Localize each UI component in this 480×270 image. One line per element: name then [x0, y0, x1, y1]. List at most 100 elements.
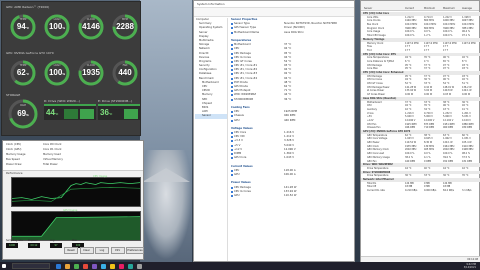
footer-label: Max [72, 239, 77, 242]
sensors-elapsed: 00:12:48 [467, 258, 478, 261]
preferences-button[interactable]: Preferences [126, 247, 144, 254]
sensor-icon [231, 194, 233, 197]
sensor-icon [231, 23, 233, 26]
sensor-icon [231, 94, 233, 97]
sensor-icon [231, 148, 233, 151]
system-info-window[interactable]: System Information Computer Summary Operat… [193, 0, 355, 262]
row1-gauge-mem: MEM 2288 [110, 12, 140, 42]
system-info-titlebar: System Information [194, 1, 354, 8]
sensor-icon [231, 65, 233, 68]
drive2-bar [124, 109, 138, 119]
taskbar-app-icon[interactable] [74, 263, 79, 269]
reset-button[interactable]: Reset [64, 247, 78, 254]
performance-header: Clock (CPU) Core #0 Clock Clock (GPU) Core … [3, 141, 143, 171]
gpu-graph-label: GPU Usage [63, 209, 78, 212]
row1-gauge-temp: TEMP 94°C [8, 12, 38, 42]
property-name[interactable]: Clock (GPU) [6, 148, 21, 151]
gauge-label: CLOCK [86, 64, 96, 67]
property-name[interactable]: Memory Usage [6, 153, 25, 156]
sensor-icon [231, 153, 233, 155]
taskbar: 9:42 PM 3/14/2021 [0, 262, 480, 270]
sensor-icon [231, 31, 233, 34]
sensor-icon [231, 48, 233, 51]
clock[interactable]: 9:42 PM 3/14/2021 [464, 263, 476, 269]
property-name[interactable]: Power Draw [6, 163, 21, 166]
column-header[interactable]: Maximum [443, 7, 455, 10]
footer-value: 97 [50, 243, 62, 248]
sensors-list[interactable]: CPU [#0]: Intel Core Core VIDs 1.212 V 0.71… [361, 12, 480, 255]
gauge-value: 62°C [16, 68, 30, 77]
property-value: Core #0 Clock [43, 143, 62, 146]
column-header[interactable]: Average [462, 7, 472, 10]
performance-window[interactable]: Clock (CPU) Core #0 Clock Clock (GPU) Core … [2, 140, 144, 260]
cpu-graph-label: CPU Usage [93, 175, 108, 178]
gauge-value: 100% [48, 22, 66, 31]
taskbar-app-icon[interactable] [137, 263, 142, 269]
sensor-icon [231, 169, 233, 172]
sensor-icon [231, 119, 233, 122]
row1-gauge-clock: CLOCK 4146 [76, 12, 106, 42]
gauge-label: CLOCK [86, 18, 96, 21]
gauge-label: TEMP [19, 64, 27, 67]
column-header[interactable]: Minimum [424, 7, 435, 10]
gauge-label: TEMP [19, 18, 27, 21]
property-name[interactable]: Clock (CPU) [6, 143, 21, 146]
drive1-value: 44°C [46, 108, 59, 117]
system-info-toolbar[interactable] [194, 8, 354, 17]
drive2-label: E: Drive (ST2000DM...) [98, 99, 133, 103]
sensor-icon [231, 140, 233, 143]
clock-date: 3/14/2021 [463, 266, 476, 269]
gauge-value: 440 [118, 68, 132, 77]
sensor-icon [231, 69, 233, 72]
tree-item[interactable]: Sensor [195, 114, 227, 119]
sensor-icon [231, 52, 233, 55]
sensors-header: Sensor Current Minimum Maximum Average [361, 1, 479, 11]
start-icon[interactable] [2, 264, 6, 268]
system-info-tree[interactable]: Computer Summary Operating System Server Dis… [195, 18, 228, 261]
taskbar-app-icon[interactable] [101, 263, 106, 269]
clear-button[interactable]: Clear [79, 247, 94, 254]
performance-footer: Sampling rate 1000 Elapsed 00:12 Avg 97 Max 100… [6, 239, 144, 257]
sensors-window[interactable]: Sensor Current Minimum Maximum Average CPU [… [360, 0, 480, 262]
sensor-icon [231, 115, 233, 118]
footer-label: Elapsed [28, 239, 38, 242]
cpu-usage-plot [11, 182, 141, 202]
column-header[interactable]: Current [405, 7, 414, 10]
column-header[interactable]: Sensor [364, 7, 372, 10]
gauge-label: LOAD [53, 64, 61, 67]
system-info-details: Sensor Properties Sensor Type Nuvoton NCT6… [230, 18, 354, 261]
taskbar-app-icon[interactable] [92, 263, 97, 269]
gpu-usage-plot [12, 216, 141, 240]
taskbar-app-icon[interactable] [110, 263, 115, 269]
gauge-widget[interactable]: GPU: AMD Radeon™ (T2000) TEMP 94°C LOAD 100… [1, 1, 141, 136]
taskbar-app-icon[interactable] [65, 263, 70, 269]
gpu1-title: GPU: AMD Radeon™ (T2000) [6, 5, 50, 9]
sensor-icon [231, 60, 233, 63]
sensor-icon [231, 73, 233, 76]
search-input[interactable] [12, 263, 50, 269]
sensor-row[interactable]: Current DL rate 0.210 KB/s 0.000 KB/s 84.2 … [361, 189, 480, 193]
drive1-bar [80, 109, 94, 119]
sensor-icon [231, 56, 233, 59]
taskbar-app-icon[interactable] [128, 263, 133, 269]
footer-label: Sampling rate [6, 239, 23, 242]
drive2-value: 36°C [100, 108, 113, 117]
taskbar-app-icon[interactable] [83, 263, 88, 269]
sensor-icon [231, 81, 233, 84]
property-name[interactable]: Bus Speed [6, 158, 20, 161]
log-button[interactable]: Log [95, 247, 109, 254]
csv-button[interactable]: CSV [110, 247, 125, 254]
tab-performance[interactable]: Performance [6, 172, 22, 175]
property-value: Memory Used [43, 153, 61, 156]
taskbar-app-icon[interactable] [56, 263, 61, 269]
sensor-icon [231, 190, 233, 193]
sensor-icon [231, 44, 233, 47]
gauge-value: 1935 [82, 68, 100, 77]
property-value: Total Power [43, 163, 58, 166]
tree-item[interactable]: Operating System [195, 26, 227, 30]
sensor-icon [231, 98, 233, 101]
taskbar-app-icon[interactable] [119, 263, 124, 269]
gauge-label: FAN [122, 64, 128, 67]
gauge-value: 4146 [82, 22, 100, 31]
gauge-value: 94°C [16, 22, 30, 31]
